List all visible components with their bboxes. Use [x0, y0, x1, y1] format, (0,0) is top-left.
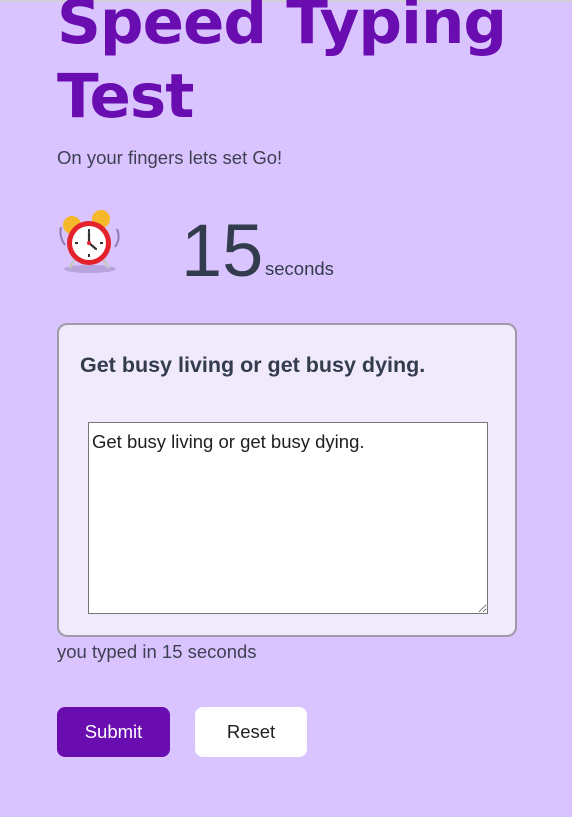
page-title: Speed Typing Test [57, 0, 507, 132]
reset-button[interactable]: Reset [195, 707, 307, 757]
timer-value: 15 [181, 209, 264, 292]
page-subtitle: On your fingers lets set Go! [57, 147, 283, 168]
quote-text: Get busy living or get busy dying. [80, 353, 426, 377]
result-text: you typed in 15 seconds [57, 641, 257, 662]
typing-card: Get busy living or get busy dying. Get b… [57, 323, 517, 637]
alarm-clock-icon [57, 209, 123, 275]
timer-row: 15 seconds [57, 205, 537, 295]
timer-unit: seconds [265, 258, 334, 279]
submit-button[interactable]: Submit [57, 707, 170, 757]
typing-input[interactable]: Get busy living or get busy dying. [88, 422, 488, 614]
